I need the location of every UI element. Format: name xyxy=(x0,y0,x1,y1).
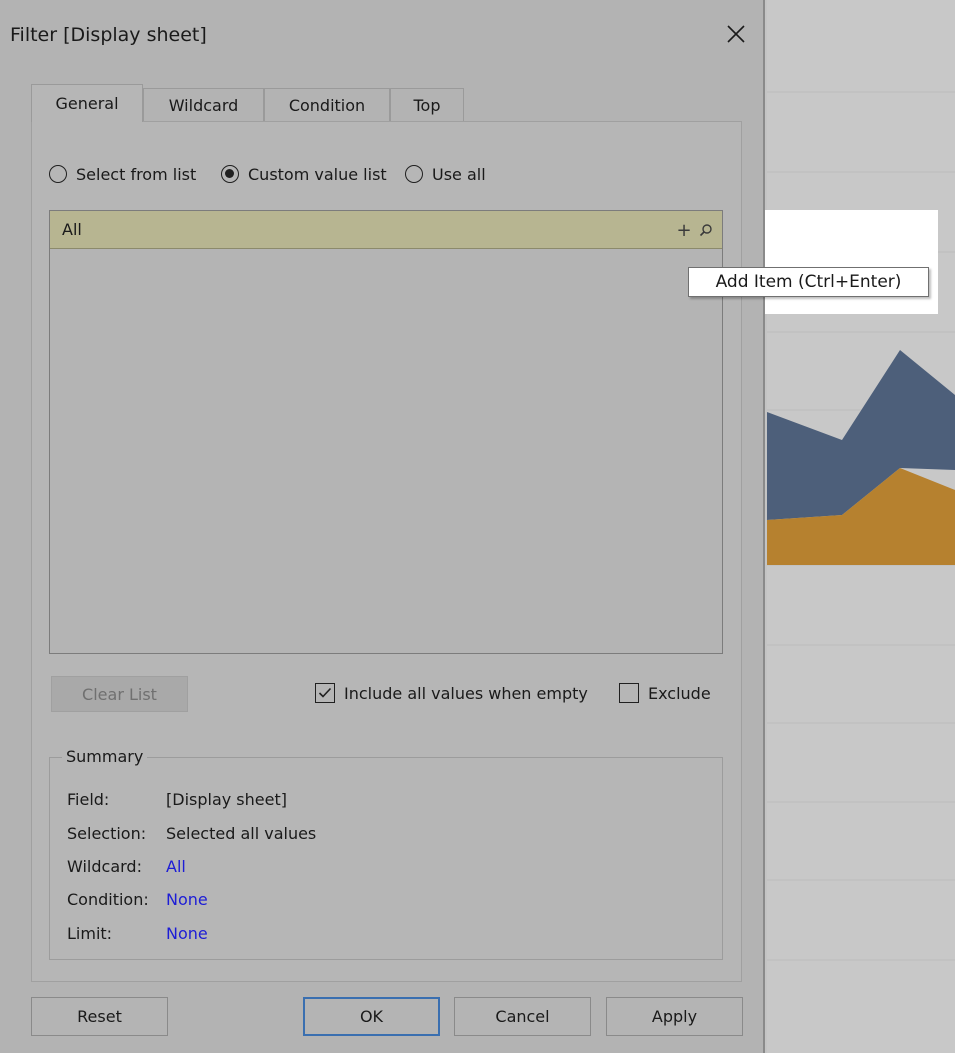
check-icon xyxy=(318,687,332,698)
radio-circle xyxy=(405,165,423,183)
summary-label: Field: xyxy=(67,790,110,809)
radio-circle xyxy=(49,165,67,183)
checkbox-checked xyxy=(315,683,335,703)
filter-dialog: Filter [Display sheet] General Wildcard … xyxy=(0,0,765,1053)
summary-value: [Display sheet] xyxy=(166,790,287,809)
tab-condition[interactable]: Condition xyxy=(264,88,390,122)
summary-legend: Summary xyxy=(62,747,148,766)
background-area-chart xyxy=(767,91,955,961)
summary-label: Condition: xyxy=(67,890,149,909)
summary-row-wildcard: Wildcard: All xyxy=(67,857,186,879)
summary-value: All xyxy=(166,857,186,876)
add-item-button[interactable]: + xyxy=(674,219,694,241)
tab-general[interactable]: General xyxy=(31,84,143,122)
summary-value: None xyxy=(166,890,208,909)
summary-row-condition: Condition: None xyxy=(67,890,208,912)
radio-label: Custom value list xyxy=(248,164,387,184)
summary-label: Wildcard: xyxy=(67,857,142,876)
tab-label: Condition xyxy=(288,96,366,115)
custom-value-list[interactable]: All + xyxy=(49,210,723,654)
summary-label: Selection: xyxy=(67,824,147,843)
background-worksheet xyxy=(767,0,955,1053)
summary-row-selection: Selection: Selected all values xyxy=(67,824,316,846)
add-item-tooltip: Add Item (Ctrl+Enter) xyxy=(688,267,929,297)
summary-row-limit: Limit: None xyxy=(67,924,208,946)
tab-label: Top xyxy=(413,96,441,115)
close-button[interactable] xyxy=(718,16,754,52)
reset-button[interactable]: Reset xyxy=(31,997,168,1036)
tab-top[interactable]: Top xyxy=(390,88,464,122)
radio-label: Use all xyxy=(432,164,486,184)
close-icon xyxy=(727,25,745,43)
radio-circle-checked xyxy=(221,165,239,183)
tab-label: General xyxy=(55,94,119,113)
checkbox-unchecked xyxy=(619,683,639,703)
button-label: Reset xyxy=(77,1007,122,1026)
include-all-values-checkbox[interactable]: Include all values when empty xyxy=(315,681,588,705)
exclude-checkbox[interactable]: Exclude xyxy=(619,681,711,705)
button-label: Apply xyxy=(651,1007,698,1026)
radio-custom-value-list[interactable]: Custom value list xyxy=(221,162,387,186)
dialog-title: Filter [Display sheet] xyxy=(10,24,207,46)
tab-label: Wildcard xyxy=(168,96,239,115)
button-label: Cancel xyxy=(495,1007,550,1026)
search-button[interactable] xyxy=(696,220,716,240)
title-bar: Filter [Display sheet] xyxy=(0,0,763,68)
checkbox-label: Include all values when empty xyxy=(344,683,588,703)
clear-list-button[interactable]: Clear List xyxy=(51,676,188,712)
radio-select-from-list[interactable]: Select from list xyxy=(49,162,196,186)
cancel-button[interactable]: Cancel xyxy=(454,997,591,1036)
radio-use-all[interactable]: Use all xyxy=(405,162,486,186)
tab-wildcard[interactable]: Wildcard xyxy=(143,88,264,122)
summary-row-field: Field: [Display sheet] xyxy=(67,790,287,812)
clear-list-label: Clear List xyxy=(82,684,157,704)
checkbox-label: Exclude xyxy=(648,683,711,703)
summary-label: Limit: xyxy=(67,924,113,943)
ok-button[interactable]: OK xyxy=(303,997,440,1036)
summary-value: None xyxy=(166,924,208,943)
list-item[interactable]: All + xyxy=(50,211,722,249)
search-icon xyxy=(699,224,712,237)
plus-icon: + xyxy=(676,219,692,241)
radio-label: Select from list xyxy=(76,164,197,184)
button-label: OK xyxy=(359,1007,384,1026)
apply-button[interactable]: Apply xyxy=(606,997,743,1036)
list-item-text: All xyxy=(62,220,82,239)
summary-value: Selected all values xyxy=(166,824,317,843)
